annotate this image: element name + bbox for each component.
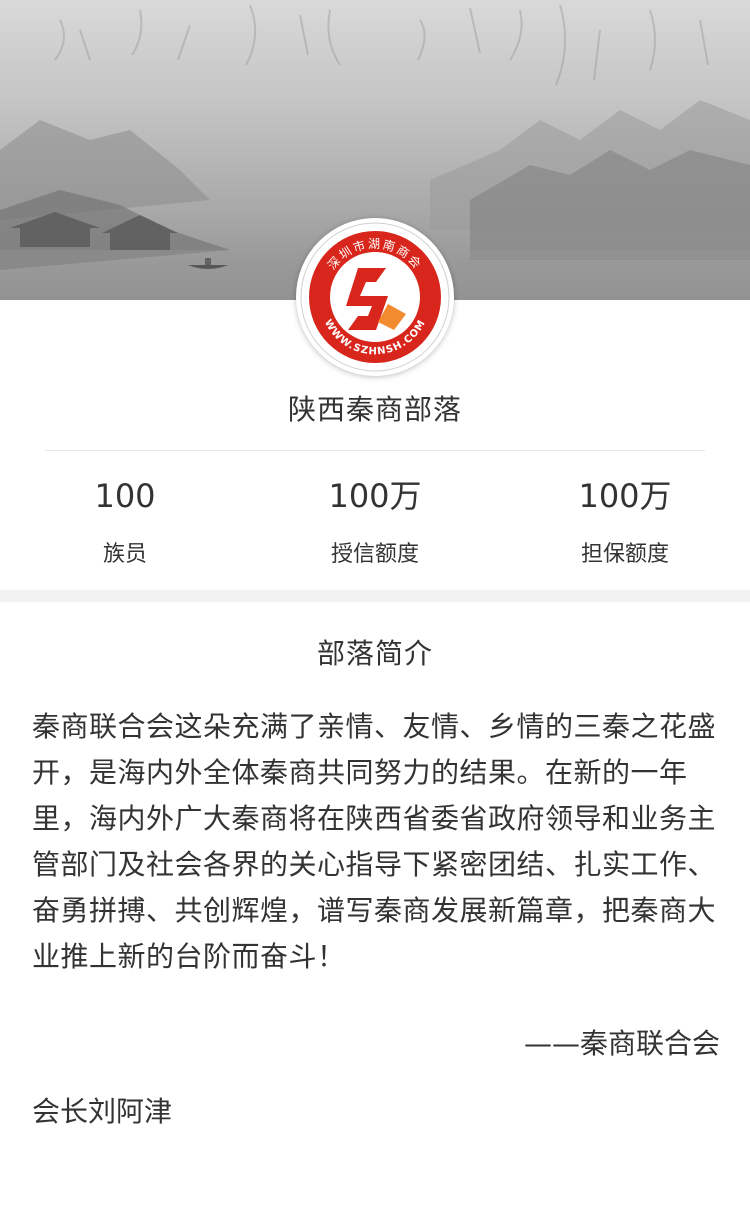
stat-guarantee-limit-label: 担保额度 xyxy=(580,542,669,567)
tribe-logo: 深圳市湖南商会 WWW.SZHNSH.COM xyxy=(296,218,454,376)
stat-members-label: 族员 xyxy=(102,542,147,567)
stat-members-value: 100 xyxy=(94,477,156,515)
divider xyxy=(45,450,705,451)
stat-guarantee-limit-value: 100万 xyxy=(578,477,672,515)
intro-signature: ——秦商联合会 xyxy=(523,1027,720,1060)
stat-credit-limit[interactable]: 100万 授信额度 xyxy=(250,474,500,568)
intro-body: 秦商联合会这朵充满了亲情、友情、乡情的三秦之花盛开，是海内外全体秦商共同努力的结… xyxy=(32,710,717,973)
president-name: 会长刘阿津 xyxy=(32,1095,173,1128)
intro-title: 部落简介 xyxy=(316,637,433,670)
tribe-name: 陕西秦商部落 xyxy=(287,393,462,426)
stat-guarantee-limit[interactable]: 100万 担保额度 xyxy=(500,474,750,568)
stat-credit-limit-label: 授信额度 xyxy=(330,542,419,567)
stat-credit-limit-value: 100万 xyxy=(328,477,422,515)
logo-text-bottom: WWW.SZHNSH.COM xyxy=(322,318,428,358)
section-separator xyxy=(0,590,750,602)
stat-members[interactable]: 100 族员 xyxy=(0,474,250,568)
